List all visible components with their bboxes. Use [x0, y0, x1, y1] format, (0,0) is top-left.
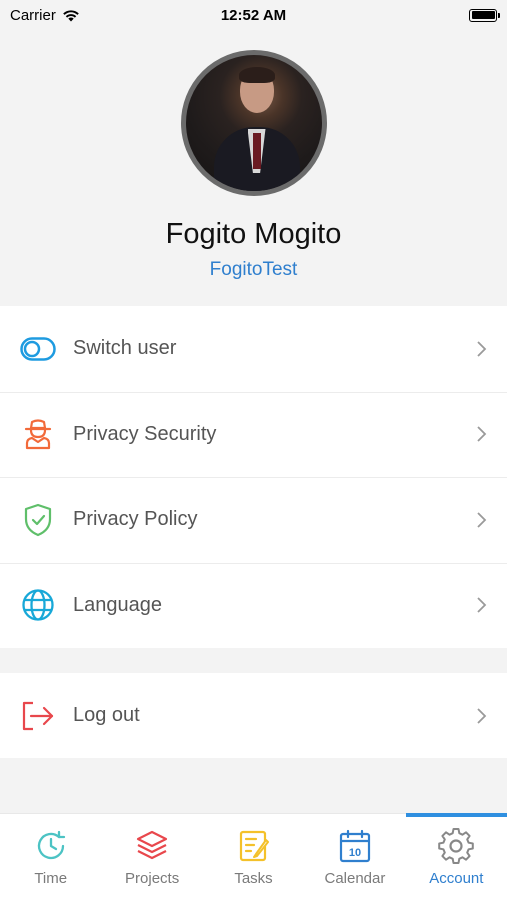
tab-projects[interactable]: Projects — [101, 814, 202, 900]
calendar-icon: 10 — [339, 829, 371, 863]
avatar[interactable] — [180, 50, 327, 196]
chevron-right-icon — [477, 708, 487, 724]
menu-item-label: Language — [73, 593, 162, 616]
tab-account[interactable]: Account — [405, 813, 507, 900]
menu-item-privacy-security[interactable]: Privacy Security — [0, 391, 507, 478]
toggle-icon — [20, 331, 56, 367]
menu-item-label: Log out — [73, 704, 140, 727]
chevron-right-icon — [477, 512, 487, 528]
settings-menu: Switch user Privacy Security Privacy Pol… — [0, 306, 507, 648]
calendar-day: 10 — [349, 847, 361, 859]
profile-username[interactable]: FogitoTest — [210, 259, 298, 281]
menu-item-language[interactable]: Language — [0, 562, 507, 649]
tasks-icon — [239, 830, 269, 862]
tab-label: Projects — [125, 870, 180, 887]
status-left: Carrier — [10, 7, 80, 24]
tab-label: Tasks — [234, 870, 273, 887]
carrier-label: Carrier — [10, 6, 56, 24]
tab-calendar[interactable]: 10 Calendar — [304, 814, 405, 900]
tab-label: Calendar — [324, 870, 386, 887]
layers-icon — [137, 830, 168, 860]
logout-icon — [20, 698, 56, 734]
tab-label: Time — [34, 870, 68, 887]
menu-item-privacy-policy[interactable]: Privacy Policy — [0, 477, 507, 563]
tab-tasks[interactable]: Tasks — [203, 814, 304, 900]
status-bar: Carrier 12:52 AM — [0, 0, 507, 30]
profile-header: Fogito Mogito FogitoTest — [0, 30, 507, 306]
logout-menu: Log out — [0, 673, 507, 758]
menu-item-label: Privacy Security — [73, 422, 217, 445]
menu-item-logout[interactable]: Log out — [0, 673, 507, 759]
chevron-right-icon — [477, 597, 487, 613]
user-secret-icon — [20, 416, 56, 452]
chevron-right-icon — [477, 426, 487, 442]
chevron-right-icon — [477, 341, 487, 357]
tab-label: Account — [429, 870, 484, 887]
tab-time[interactable]: Time — [0, 814, 101, 900]
menu-item-label: Privacy Policy — [73, 508, 198, 531]
globe-icon — [20, 587, 56, 623]
menu-item-label: Switch user — [73, 337, 177, 360]
gear-icon — [438, 828, 475, 864]
tab-bar: Time Projects Tasks 10 Calendar Account — [0, 813, 507, 900]
battery-icon — [469, 8, 500, 22]
profile-name: Fogito Mogito — [165, 218, 342, 250]
shield-check-icon — [20, 502, 56, 538]
menu-item-switch-user[interactable]: Switch user — [0, 306, 507, 392]
wifi-icon — [63, 9, 79, 21]
clock-icon — [37, 830, 65, 860]
